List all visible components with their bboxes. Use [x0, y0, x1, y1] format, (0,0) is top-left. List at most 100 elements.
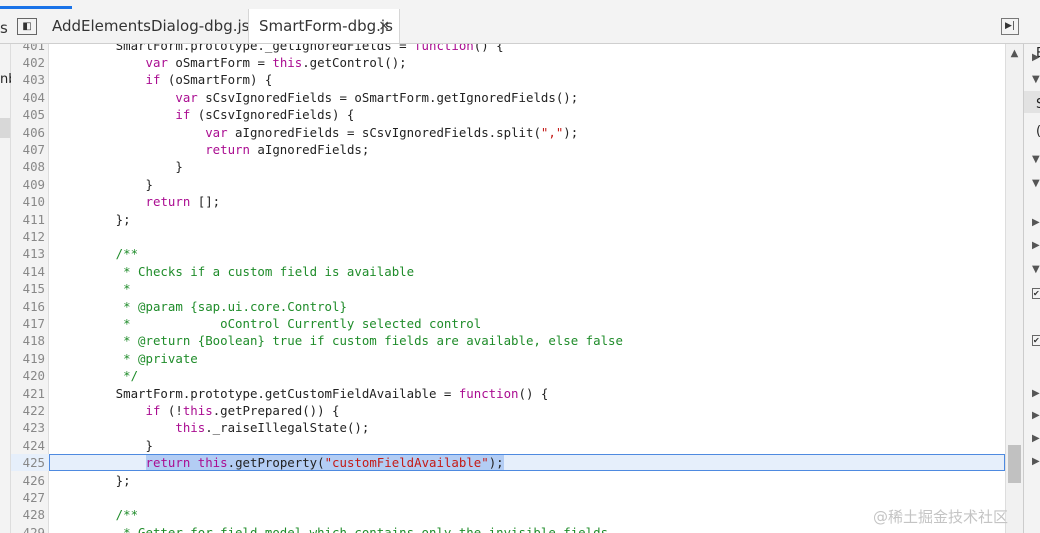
line-number[interactable]: 428 — [11, 506, 45, 523]
code-token: } — [56, 159, 183, 175]
line-number[interactable]: 413 — [11, 245, 45, 262]
code-token: ); — [488, 455, 504, 471]
line-number[interactable]: 410 — [11, 193, 45, 210]
line-number[interactable]: 418 — [11, 332, 45, 349]
code-token: sCsvIgnoredFields = oSmartForm.getIgnore… — [197, 89, 579, 105]
expand-arrow-icon[interactable]: ▶ — [1032, 240, 1040, 251]
code-line[interactable]: 409 } — [11, 176, 1005, 193]
expand-arrow-icon[interactable]: ▶ — [1032, 52, 1040, 63]
expand-arrow-icon[interactable]: ▶ — [1032, 410, 1040, 421]
code-line[interactable]: 427 — [11, 489, 1005, 506]
line-number[interactable]: 409 — [11, 176, 45, 193]
code-token: this — [175, 420, 206, 436]
close-tab-icon[interactable]: × — [378, 9, 390, 43]
line-number[interactable]: 404 — [11, 89, 45, 106]
line-number[interactable]: 401 — [11, 44, 45, 54]
code-line[interactable]: 429 * Getter for field model which conta… — [11, 524, 1005, 533]
code-line[interactable]: 413 /** — [11, 245, 1005, 262]
line-number[interactable]: 403 — [11, 71, 45, 88]
line-number[interactable]: 412 — [11, 228, 45, 245]
line-number[interactable]: 425 — [11, 454, 45, 471]
code-editor[interactable]: 401 SmartForm.prototype._getIgnoredField… — [11, 44, 1005, 533]
code-line-highlighted[interactable]: 425 return this.getProperty("customField… — [11, 454, 1005, 472]
line-number[interactable]: 417 — [11, 315, 45, 332]
code-token: function — [458, 385, 519, 401]
code-line[interactable]: 424 } — [11, 437, 1005, 454]
code-token: (oSmartForm) { — [160, 72, 273, 88]
scrollbar-thumb[interactable] — [1008, 445, 1021, 483]
code-line[interactable]: 415 * — [11, 280, 1005, 297]
code-text: return this.getProperty("customFieldAvai… — [56, 454, 504, 471]
tab-smartform[interactable]: SmartForm-dbg.js × — [248, 9, 400, 43]
scroll-up-icon[interactable]: ▲ — [1006, 48, 1023, 59]
code-line[interactable]: 414 * Checks if a custom field is availa… — [11, 263, 1005, 280]
tab-add-elements-dialog[interactable]: AddElementsDialog-dbg.js — [44, 9, 257, 43]
line-number[interactable]: 420 — [11, 367, 45, 384]
code-line[interactable]: 402 var oSmartForm = this.getControl(); — [11, 54, 1005, 71]
line-number[interactable]: 419 — [11, 350, 45, 367]
line-number[interactable]: 426 — [11, 472, 45, 489]
code-line[interactable]: 404 var sCsvIgnoredFields = oSmartForm.g… — [11, 89, 1005, 106]
code-line[interactable]: 408 } — [11, 158, 1005, 175]
code-line[interactable]: 428 /** — [11, 506, 1005, 523]
code-token: var — [175, 89, 198, 105]
editor-scrollbar[interactable]: ▲ — [1005, 44, 1023, 533]
code-line[interactable]: 423 this._raiseIllegalState(); — [11, 419, 1005, 436]
debugger-toggle-icon[interactable]: ▶| — [1001, 18, 1019, 35]
navigator-toggle-icon[interactable]: ◧ — [17, 18, 37, 35]
line-number[interactable]: 408 — [11, 158, 45, 175]
code-line[interactable]: 405 if (sCsvIgnoredFields) { — [11, 106, 1005, 123]
code-token — [190, 455, 198, 471]
line-number[interactable]: 429 — [11, 524, 45, 533]
breakpoint-checkbox[interactable]: ✔ — [1032, 335, 1040, 346]
code-line[interactable]: 401 SmartForm.prototype._getIgnoredField… — [11, 44, 1005, 54]
collapse-arrow-icon[interactable]: ▼ — [1032, 178, 1040, 189]
code-line[interactable]: 403 if (oSmartForm) { — [11, 71, 1005, 88]
line-number[interactable]: 427 — [11, 489, 45, 506]
line-number[interactable]: 411 — [11, 211, 45, 228]
line-number[interactable]: 406 — [11, 124, 45, 141]
code-line[interactable]: 416 * @param {sap.ui.core.Control} — [11, 298, 1005, 315]
code-token: * oControl Currently selected control — [56, 315, 482, 331]
line-number[interactable]: 422 — [11, 402, 45, 419]
collapse-arrow-icon[interactable]: ▼ — [1032, 74, 1040, 85]
expand-arrow-icon[interactable]: ▶ — [1032, 433, 1040, 444]
breakpoint-checkbox[interactable]: ✔ — [1032, 288, 1040, 299]
sidebar-label-paren: ( — [1036, 124, 1040, 139]
code-line[interactable]: 422 if (!this.getPrepared()) { — [11, 402, 1005, 419]
code-line[interactable]: 412 — [11, 228, 1005, 245]
line-number[interactable]: 407 — [11, 141, 45, 158]
navigator-panel — [0, 44, 11, 533]
expand-arrow-icon[interactable]: ▶ — [1032, 388, 1040, 399]
code-line[interactable]: 417 * oControl Currently selected contro… — [11, 315, 1005, 332]
line-number[interactable]: 416 — [11, 298, 45, 315]
code-line[interactable]: 419 * @private — [11, 350, 1005, 367]
code-line[interactable]: 406 var aIgnoredFields = sCsvIgnoredFiel… — [11, 124, 1005, 141]
line-number[interactable]: 421 — [11, 385, 45, 402]
code-line[interactable]: 407 return aIgnoredFields; — [11, 141, 1005, 158]
expand-arrow-icon[interactable]: ▶ — [1032, 217, 1040, 228]
line-number[interactable]: 414 — [11, 263, 45, 280]
collapse-arrow-icon[interactable]: ▼ — [1032, 154, 1040, 165]
code-token: "customFieldAvailable" — [324, 455, 489, 471]
code-text: }; — [56, 472, 131, 489]
expand-arrow-icon[interactable]: ▶ — [1032, 456, 1040, 467]
code-line[interactable]: 410 return []; — [11, 193, 1005, 210]
collapse-arrow-icon[interactable]: ▼ — [1032, 264, 1040, 275]
code-text: /** — [56, 506, 138, 523]
code-line[interactable]: 421 SmartForm.prototype.getCustomFieldAv… — [11, 385, 1005, 402]
code-token: } — [56, 437, 153, 453]
line-number[interactable]: 415 — [11, 280, 45, 297]
code-token: /** — [56, 507, 139, 523]
code-line[interactable]: 418 * @return {Boolean} true if custom f… — [11, 332, 1005, 349]
code-line[interactable]: 411 }; — [11, 211, 1005, 228]
line-number[interactable]: 423 — [11, 419, 45, 436]
line-number[interactable]: 402 — [11, 54, 45, 71]
line-number[interactable]: 405 — [11, 106, 45, 123]
code-line[interactable]: 426 }; — [11, 472, 1005, 489]
code-line[interactable]: 420 */ — [11, 367, 1005, 384]
line-number[interactable]: 424 — [11, 437, 45, 454]
